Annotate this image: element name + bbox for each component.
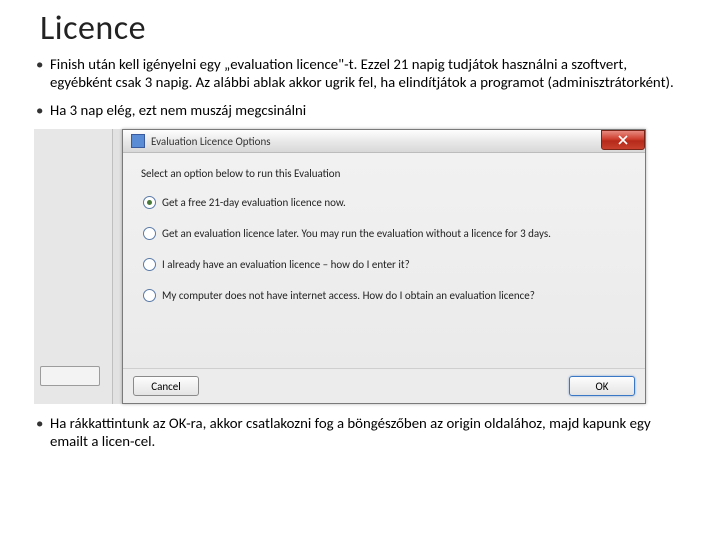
bullet-list: • Ha rákkattintunk az OK-ra, akkor csatl…: [0, 404, 720, 450]
dialog-titlebar: Evaluation Licence Options: [123, 130, 645, 153]
cancel-button[interactable]: Cancel: [133, 376, 199, 396]
radio-option-1[interactable]: Get a free 21-day evaluation licence now…: [143, 196, 627, 209]
radio-icon: [143, 227, 156, 240]
license-dialog: Evaluation Licence Options Select an opt…: [122, 129, 646, 404]
list-item: • Finish után kell igényelni egy „evalua…: [36, 55, 684, 91]
radio-label: My computer does not have internet acces…: [162, 289, 535, 302]
background-button: [40, 366, 100, 386]
dialog-footer: Cancel OK: [123, 368, 645, 403]
bullet-text: Ha 3 nap elég, ezt nem muszáj megcsináln…: [50, 101, 684, 119]
radio-option-2[interactable]: Get an evaluation licence later. You may…: [143, 227, 627, 240]
radio-icon: [143, 196, 156, 209]
slide: Licence • Finish után kell igényelni egy…: [0, 0, 720, 540]
radio-icon: [143, 258, 156, 271]
bullet-dot-icon: •: [36, 101, 50, 119]
radio-option-3[interactable]: I already have an evaluation licence – h…: [143, 258, 627, 271]
bullet-dot-icon: •: [36, 414, 50, 450]
bullet-text: Finish után kell igényelni egy „evaluati…: [50, 55, 684, 91]
radio-label: Get an evaluation licence later. You may…: [162, 227, 551, 240]
bullet-list: • Finish után kell igényelni egy „evalua…: [0, 49, 720, 119]
bullet-dot-icon: •: [36, 55, 50, 91]
list-item: • Ha rákkattintunk az OK-ra, akkor csatl…: [36, 414, 684, 450]
background-panel: [34, 129, 113, 404]
dialog-body: Select an option below to run this Evalu…: [123, 153, 645, 302]
radio-label: I already have an evaluation licence – h…: [162, 258, 410, 271]
dialog-prompt: Select an option below to run this Evalu…: [141, 167, 627, 180]
embedded-screenshot: Evaluation Licence Options Select an opt…: [34, 129, 646, 404]
list-item: • Ha 3 nap elég, ezt nem muszáj megcsiná…: [36, 101, 684, 119]
radio-label: Get a free 21-day evaluation licence now…: [162, 196, 346, 209]
button-label: Cancel: [151, 380, 181, 393]
dialog-title: Evaluation Licence Options: [151, 135, 271, 148]
button-label: OK: [596, 380, 609, 393]
page-title: Licence: [0, 0, 720, 49]
close-icon: [618, 135, 628, 145]
app-icon: [131, 134, 145, 148]
close-button[interactable]: [601, 130, 645, 150]
ok-button[interactable]: OK: [569, 376, 635, 396]
bullet-text: Ha rákkattintunk az OK-ra, akkor csatlak…: [50, 414, 684, 450]
radio-option-4[interactable]: My computer does not have internet acces…: [143, 289, 627, 302]
radio-icon: [143, 289, 156, 302]
